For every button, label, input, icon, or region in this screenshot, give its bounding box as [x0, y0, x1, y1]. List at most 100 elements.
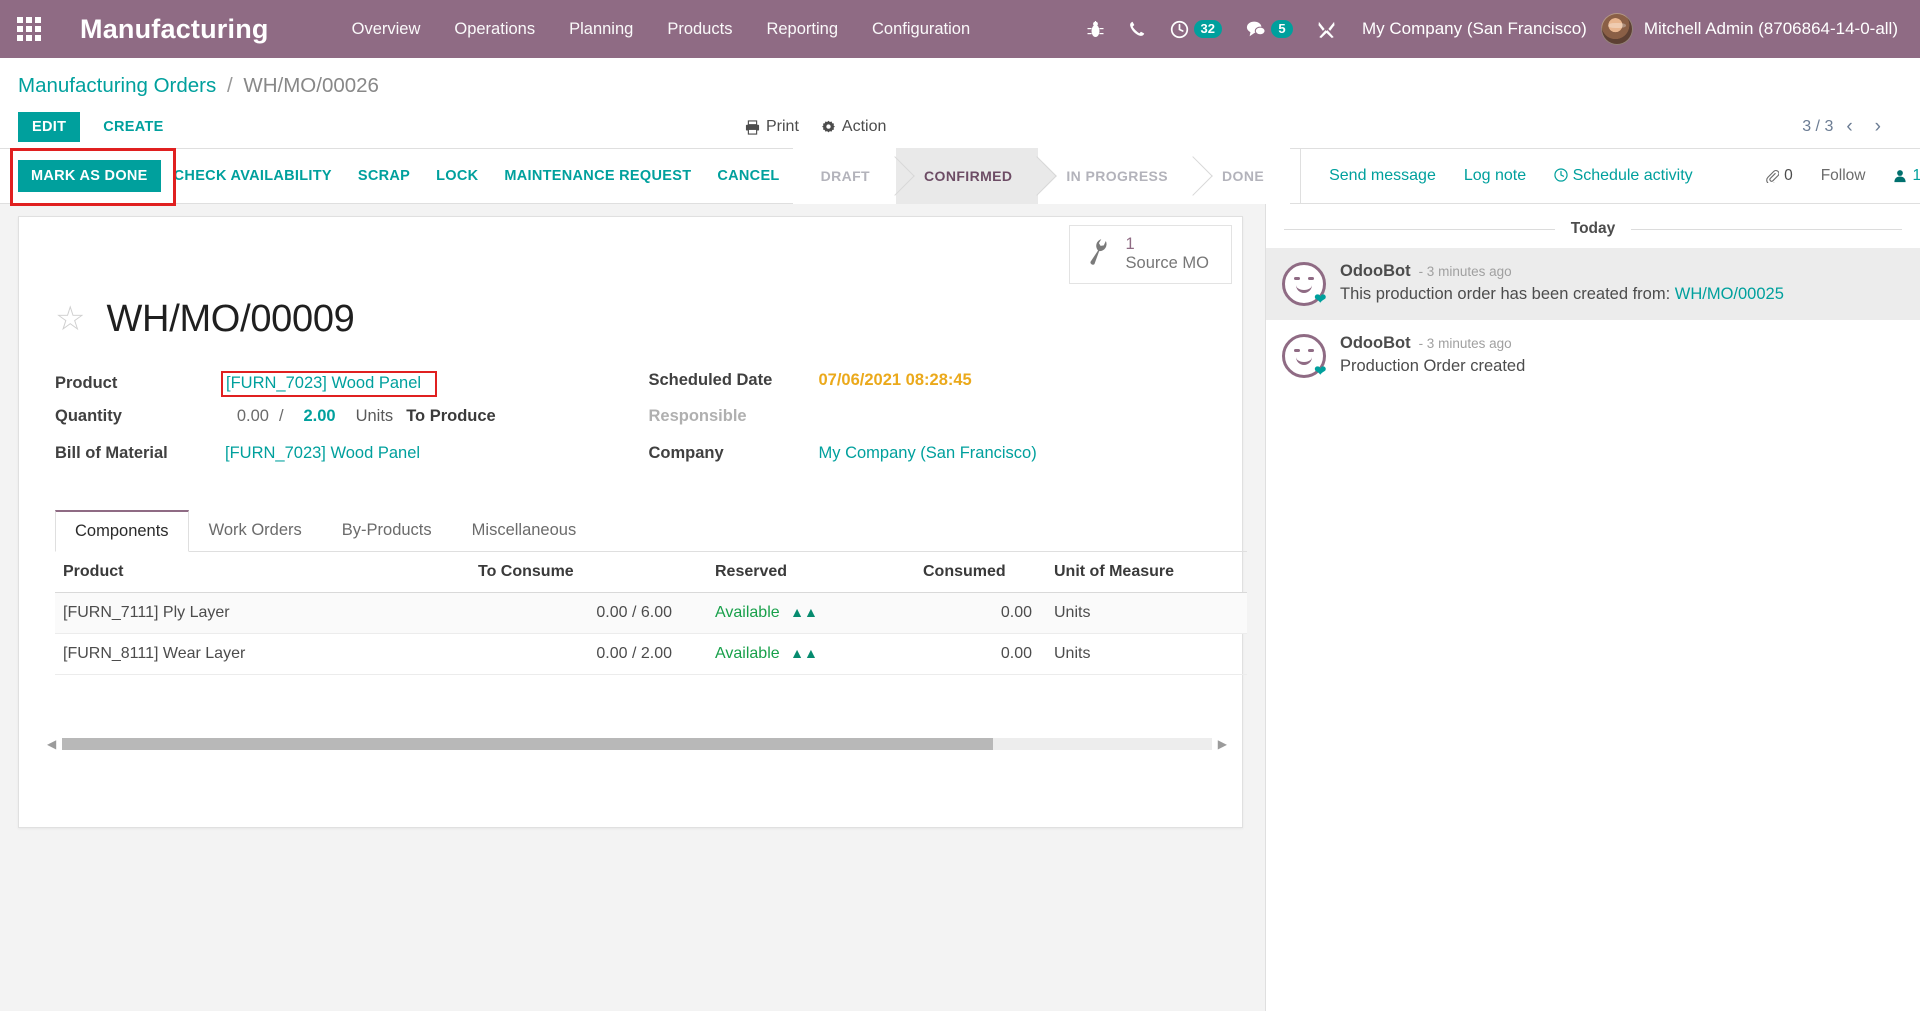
forecast-chart-icon[interactable]: ▲▲: [784, 645, 818, 661]
cell-consumed: 0.00: [915, 592, 1040, 634]
pager-next-button[interactable]: ›: [1866, 114, 1890, 140]
apps-menu-button[interactable]: [0, 0, 58, 58]
status-pipeline: DRAFT CONFIRMED IN PROGRESS DONE: [792, 148, 1301, 204]
message-text-body: This production order has been created f…: [1340, 285, 1675, 303]
column-consumed: Consumed: [915, 551, 1040, 593]
tab-components[interactable]: Components: [55, 509, 189, 552]
chatter-message: ❤ OdooBot - 3 minutes ago This productio…: [1266, 248, 1920, 320]
company-label: Company: [648, 443, 724, 462]
menu-item-overview[interactable]: Overview: [335, 0, 438, 58]
message-body: OdooBot - 3 minutes ago This production …: [1340, 262, 1902, 304]
form-sheet: 1 Source MO ☆ WH/MO/00009 Product [FURN_…: [18, 216, 1247, 828]
main-content: 1 Source MO ☆ WH/MO/00009 Product [FURN_…: [0, 204, 1920, 1011]
action-button[interactable]: Action: [821, 118, 886, 136]
scheduled-date-label: Scheduled Date: [648, 370, 773, 389]
stage-confirmed[interactable]: CONFIRMED: [896, 148, 1039, 204]
message-header: OdooBot - 3 minutes ago: [1340, 334, 1902, 353]
follow-button[interactable]: Follow: [1809, 167, 1878, 185]
tools-icon[interactable]: [1305, 0, 1348, 58]
paperclip-icon: [1766, 169, 1780, 183]
cell-uom: Units: [1040, 592, 1247, 634]
column-to-consume: To Consume: [470, 551, 680, 593]
menu-item-operations[interactable]: Operations: [437, 0, 552, 58]
edit-button[interactable]: EDIT: [18, 112, 81, 142]
product-value[interactable]: [FURN_7023] Wood Panel: [221, 370, 438, 397]
maintenance-request-button[interactable]: MAINTENANCE REQUEST: [491, 160, 704, 192]
tab-miscellaneous[interactable]: Miscellaneous: [452, 510, 597, 552]
field-quantity: Quantity 0.00 / 2.00 Units To Produce: [55, 407, 649, 438]
scrollbar-track[interactable]: [62, 737, 1212, 750]
forecast-chart-icon[interactable]: ▲▲: [784, 604, 818, 620]
company-value[interactable]: My Company (San Francisco): [819, 444, 1037, 463]
app-brand-title[interactable]: Manufacturing: [58, 14, 269, 45]
mark-as-done-button[interactable]: MARK AS DONE: [18, 160, 161, 192]
message-timestamp: - 3 minutes ago: [1418, 336, 1512, 351]
column-unit-of-measure: Unit of Measure: [1040, 551, 1247, 593]
cell-reserved: Available ▲▲: [680, 592, 915, 634]
message-link[interactable]: WH/MO/00025: [1675, 285, 1784, 303]
odoobot-avatar-icon: ❤: [1282, 334, 1327, 379]
table-header-row: Product To Consume Reserved Consumed Uni…: [55, 551, 1247, 593]
field-scheduled-date: Scheduled Date 07/06/2021 08:28:45: [649, 371, 1243, 402]
odoobot-avatar-icon: ❤: [1282, 262, 1327, 308]
message-body: OdooBot - 3 minutes ago Production Order…: [1340, 334, 1902, 376]
check-availability-button[interactable]: CHECK AVAILABILITY: [161, 160, 345, 192]
printer-icon: [745, 119, 760, 135]
page-title: WH/MO/00009: [106, 297, 355, 340]
message-timestamp: - 3 minutes ago: [1418, 264, 1512, 279]
lock-button[interactable]: LOCK: [423, 160, 491, 192]
bug-icon[interactable]: [1075, 0, 1116, 58]
user-menu[interactable]: Mitchell Admin (8706864-14-0-all): [1600, 13, 1906, 45]
company-selector[interactable]: My Company (San Francisco): [1348, 19, 1601, 39]
field-company: Company My Company (San Francisco): [649, 444, 1243, 475]
menu-item-products[interactable]: Products: [650, 0, 749, 58]
message-text: Production Order created: [1340, 357, 1526, 375]
scroll-left-arrow[interactable]: ◀: [41, 737, 62, 751]
heart-icon: ❤: [1314, 291, 1327, 308]
reserved-status: Available: [715, 644, 780, 662]
control-panel: EDIT CREATE Print Action 3 / 3 ‹ ›: [0, 102, 1920, 148]
bill-of-material-value[interactable]: [FURN_7023] Wood Panel: [225, 444, 420, 463]
components-table-head: Product To Consume Reserved Consumed Uni…: [55, 551, 1247, 593]
pager-previous-button[interactable]: ‹: [1837, 114, 1861, 140]
send-message-button[interactable]: Send message: [1315, 167, 1450, 185]
message-author: OdooBot: [1340, 262, 1411, 280]
quantity-todo[interactable]: 2.00: [294, 407, 335, 426]
clock-icon: [1554, 168, 1568, 182]
stage-draft[interactable]: DRAFT: [792, 148, 897, 204]
create-button[interactable]: CREATE: [89, 112, 177, 142]
messages-icon[interactable]: 5: [1234, 0, 1305, 58]
tab-by-products[interactable]: By-Products: [322, 510, 452, 552]
pager-value[interactable]: 3 / 3: [1802, 118, 1833, 136]
message-header: OdooBot - 3 minutes ago: [1340, 262, 1902, 281]
field-product: Product [FURN_7023] Wood Panel: [55, 370, 649, 402]
breadcrumb-root-link[interactable]: Manufacturing Orders: [18, 74, 216, 97]
log-note-button[interactable]: Log note: [1450, 167, 1540, 185]
scrap-button[interactable]: SCRAP: [345, 160, 423, 192]
scrollbar-thumb[interactable]: [62, 737, 994, 750]
scheduled-date-value[interactable]: 07/06/2021 08:28:45: [819, 371, 972, 390]
table-row[interactable]: [FURN_8111] Wear Layer 0.00 / 2.00 Avail…: [55, 633, 1247, 675]
activity-count-badge: 32: [1193, 19, 1222, 39]
table-row[interactable]: [FURN_7111] Ply Layer 0.00 / 6.00 Availa…: [55, 592, 1247, 634]
schedule-activity-button[interactable]: Schedule activity: [1540, 167, 1707, 185]
print-button[interactable]: Print: [745, 118, 799, 136]
phone-icon[interactable]: [1116, 0, 1158, 58]
scroll-right-arrow[interactable]: ▶: [1212, 737, 1233, 751]
star-outline-icon[interactable]: ☆: [55, 302, 85, 336]
column-product: Product: [55, 551, 470, 593]
menu-item-planning[interactable]: Planning: [552, 0, 650, 58]
separator-line-left: [1284, 228, 1555, 230]
menu-item-reporting[interactable]: Reporting: [749, 0, 855, 58]
breadcrumb-row: Manufacturing Orders / WH/MO/00026: [0, 58, 1920, 102]
cancel-button[interactable]: CANCEL: [704, 160, 792, 192]
horizontal-scrollbar[interactable]: ◀ ▶: [41, 737, 1233, 751]
chatter-meta: 0 Follow 1: [1753, 167, 1920, 185]
followers-counter[interactable]: 1: [1881, 167, 1920, 185]
menu-item-configuration[interactable]: Configuration: [855, 0, 987, 58]
stage-in-progress[interactable]: IN PROGRESS: [1038, 148, 1195, 204]
tab-work-orders[interactable]: Work Orders: [189, 510, 322, 552]
activity-clock-icon[interactable]: 32: [1158, 0, 1234, 58]
source-mo-stat-button[interactable]: 1 Source MO: [1068, 225, 1232, 284]
attachment-counter[interactable]: 0: [1753, 167, 1805, 185]
